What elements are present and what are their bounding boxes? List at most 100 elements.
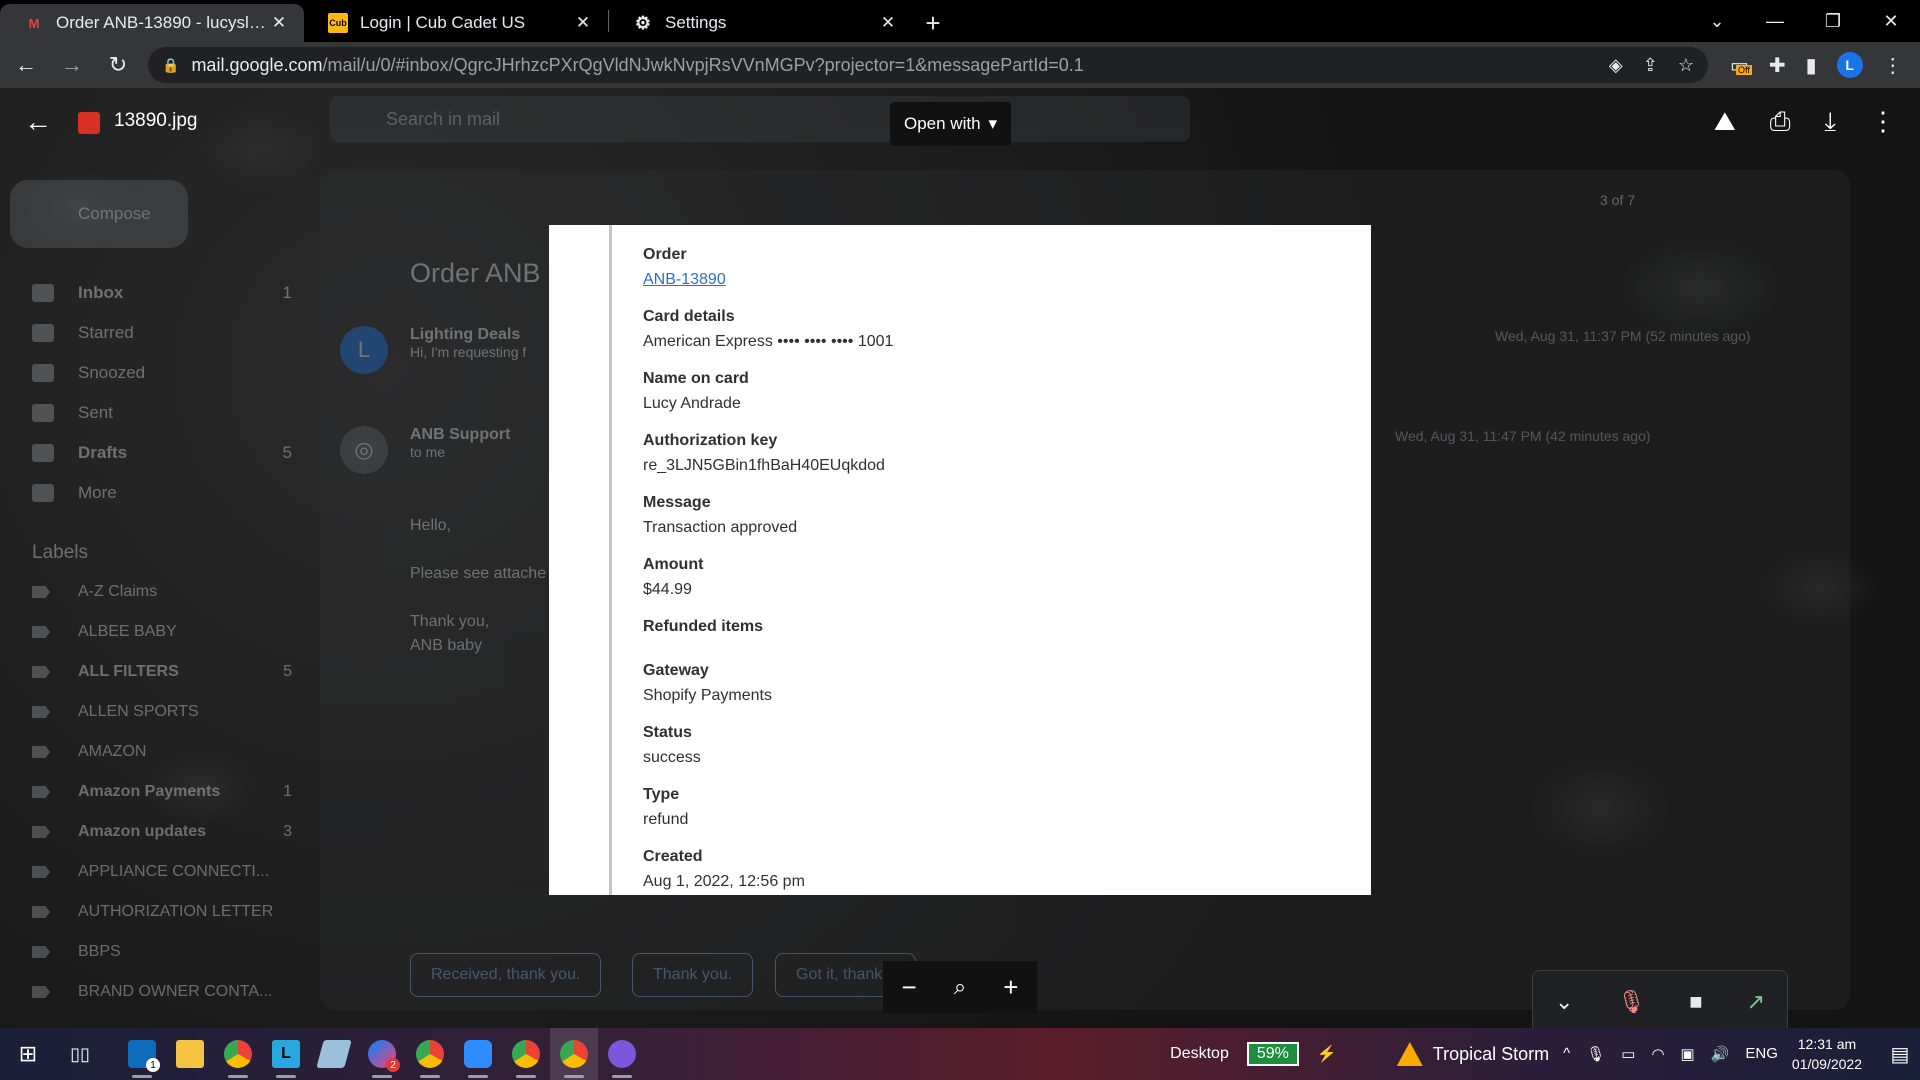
inbox-icon <box>32 284 54 302</box>
avatar: ◎ <box>340 426 388 474</box>
app-l-icon[interactable]: L <box>262 1028 310 1080</box>
mail-app-icon[interactable]: 1 <box>118 1028 166 1080</box>
close-tab-icon[interactable]: ✕ <box>572 12 594 34</box>
tray-icons: ^ 🎙 ▭ ◠ ▣ 🔊 ENG <box>1563 1045 1778 1063</box>
reload-button[interactable]: ↻ <box>98 45 138 85</box>
tab-title: Settings <box>665 13 727 32</box>
desktop-toolbar[interactable]: Desktop <box>1170 1045 1229 1063</box>
back-arrow-icon[interactable]: ← <box>24 106 52 138</box>
open-external-icon[interactable]: ↗ <box>1747 989 1765 1015</box>
notes-app-icon[interactable] <box>310 1028 358 1080</box>
notifications-icon[interactable]: ▤ <box>1880 1042 1920 1067</box>
field-amount: Amount $44.99 <box>643 556 704 598</box>
weather-widget[interactable]: Tropical Storm <box>1396 1042 1549 1066</box>
more-options-icon[interactable]: ⋮ <box>1870 106 1896 138</box>
file-explorer-icon[interactable] <box>166 1028 214 1080</box>
gmail-nav: Inbox 1 Starred Snoozed Sent Drafts 5 More <box>32 273 292 513</box>
gmail-icon: M <box>28 15 40 31</box>
label-icon <box>32 626 50 638</box>
clock[interactable]: 12:31 am 01/09/2022 <box>1792 1034 1862 1074</box>
label-icon <box>32 706 50 718</box>
magnifier-icon[interactable]: ⌕ <box>954 974 966 1000</box>
zoom-out-icon[interactable]: − <box>902 972 917 1003</box>
message-1: L Lighting Deals Hi, I'm requesting f <box>340 326 526 374</box>
attachment-viewer: Search in mail Compose Inbox 1 Starred Sn… <box>0 88 1920 1028</box>
clock-icon <box>32 364 54 382</box>
print-icon[interactable]: ⎙ <box>1770 106 1791 138</box>
camera-icon[interactable]: ■ <box>1689 989 1702 1015</box>
language-indicator[interactable]: ENG <box>1745 1045 1778 1063</box>
new-tab-button[interactable]: + <box>913 4 953 42</box>
volume-icon[interactable]: 🔊 <box>1711 1045 1730 1063</box>
meet-present-icon[interactable]: ▣ <box>1681 1045 1695 1063</box>
chrome-profile-w-icon[interactable] <box>406 1028 454 1080</box>
lock-icon[interactable]: 🔒 <box>162 57 179 74</box>
warning-icon <box>1396 1042 1423 1066</box>
forward-button[interactable]: → <box>52 45 92 85</box>
label-item: ALL FILTERS 5 <box>32 652 292 692</box>
messenger-icon[interactable]: 2 <box>358 1028 406 1080</box>
left-border-line <box>609 225 612 895</box>
label-icon <box>32 906 50 918</box>
tab-settings[interactable]: ⚙ Settings ✕ <box>609 4 913 42</box>
mic-off-icon[interactable]: 🎙 <box>1617 989 1645 1015</box>
chrome-menu-icon[interactable]: ⋮ <box>1883 53 1903 78</box>
label-icon <box>32 826 50 838</box>
label-item: AUTHORIZATION LETTER <box>32 892 292 932</box>
back-button[interactable]: ← <box>6 45 46 85</box>
restore-button[interactable]: ❐ <box>1804 0 1862 42</box>
field-authorization-key: Authorization key re_3LJN5GBin1fhBaH40EU… <box>643 432 885 474</box>
add-to-drive-icon[interactable]: ⛰ <box>1714 106 1736 138</box>
windows-start-icon[interactable]: ⊞ <box>0 1028 56 1080</box>
tab-gmail-order[interactable]: M Order ANB-13890 - lucyslighting ✕ <box>0 4 304 42</box>
send-icon <box>32 404 54 422</box>
nav-item-snoozed: Snoozed <box>32 353 292 393</box>
message-date: Wed, Aug 31, 11:37 PM (52 minutes ago) <box>1495 328 1751 344</box>
close-tab-icon[interactable]: ✕ <box>877 12 899 34</box>
chrome-icon[interactable] <box>214 1028 262 1080</box>
extension-off-icon[interactable]: ▭Off <box>1730 53 1752 78</box>
label-icon <box>32 586 50 598</box>
smart-reply: Received, thank you. <box>410 953 602 997</box>
open-with-button[interactable]: Open with ▾ <box>890 102 1012 146</box>
show-hidden-icon[interactable]: ^ <box>1563 1045 1570 1063</box>
profile-avatar[interactable]: L <box>1836 52 1863 78</box>
chrome-profile-k-icon[interactable] <box>502 1028 550 1080</box>
battery-indicator[interactable]: 59% <box>1246 1042 1299 1066</box>
viewer-header: ← 13890.jpg Open with ▾ ⛰ ⎙ ⤓ ⋮ <box>0 88 1920 160</box>
nav-item-starred: Starred <box>32 313 292 353</box>
messaging-app-icon[interactable] <box>598 1028 646 1080</box>
address-bar[interactable]: 🔒 mail.google.com/mail/u/0/#inbox/QgrcJH… <box>148 47 1708 83</box>
microphone-icon[interactable]: 🎙 <box>1586 1045 1605 1063</box>
side-panel-icon[interactable]: ▮ <box>1806 53 1817 78</box>
zoom-app-icon[interactable] <box>454 1028 502 1080</box>
tab-search-icon[interactable]: ⌄ <box>1688 0 1746 42</box>
chevron-down-icon[interactable]: ⌄ <box>1555 989 1573 1015</box>
windows-taskbar: ⊞ ▯▯ 1 L 2 Desktop 59% ⚡ Tropical Storm … <box>0 1028 1920 1080</box>
extensions-puzzle-icon[interactable]: ✚ <box>1769 53 1786 78</box>
task-view-icon[interactable]: ▯▯ <box>56 1028 104 1080</box>
battery-icon[interactable]: ▭ <box>1621 1045 1635 1063</box>
wifi-icon[interactable]: ◠ <box>1651 1045 1664 1063</box>
close-window-button[interactable]: ✕ <box>1862 0 1920 42</box>
pager: 3 of 7 <box>1600 192 1636 208</box>
chrome-active-icon[interactable] <box>550 1028 598 1080</box>
google-lens-icon[interactable]: ◈ <box>1609 55 1623 76</box>
cub-cadet-icon: Cub <box>328 13 348 33</box>
field-message: Message Transaction approved <box>643 494 798 536</box>
download-icon[interactable]: ⤓ <box>1825 106 1837 138</box>
tab-cub-cadet[interactable]: Cub Login | Cub Cadet US ✕ <box>304 4 608 42</box>
file-name: 13890.jpg <box>114 110 198 131</box>
labels-heading: Labels <box>32 542 88 563</box>
gear-icon: ⚙ <box>634 12 652 33</box>
order-link[interactable]: ANB-13890 <box>643 270 893 290</box>
close-tab-icon[interactable]: ✕ <box>268 12 290 34</box>
share-icon[interactable]: ⇪ <box>1643 55 1658 76</box>
minimize-button[interactable]: — <box>1746 0 1804 42</box>
bookmark-star-icon[interactable]: ☆ <box>1678 55 1694 76</box>
zoom-in-icon[interactable]: + <box>1003 972 1018 1003</box>
dropdown-arrow-icon: ▾ <box>988 114 998 133</box>
field-created: Created Aug 1, 2022, 12:56 pm <box>643 848 805 890</box>
label-icon <box>32 986 50 998</box>
label-item: ALBEE BABY <box>32 612 292 652</box>
